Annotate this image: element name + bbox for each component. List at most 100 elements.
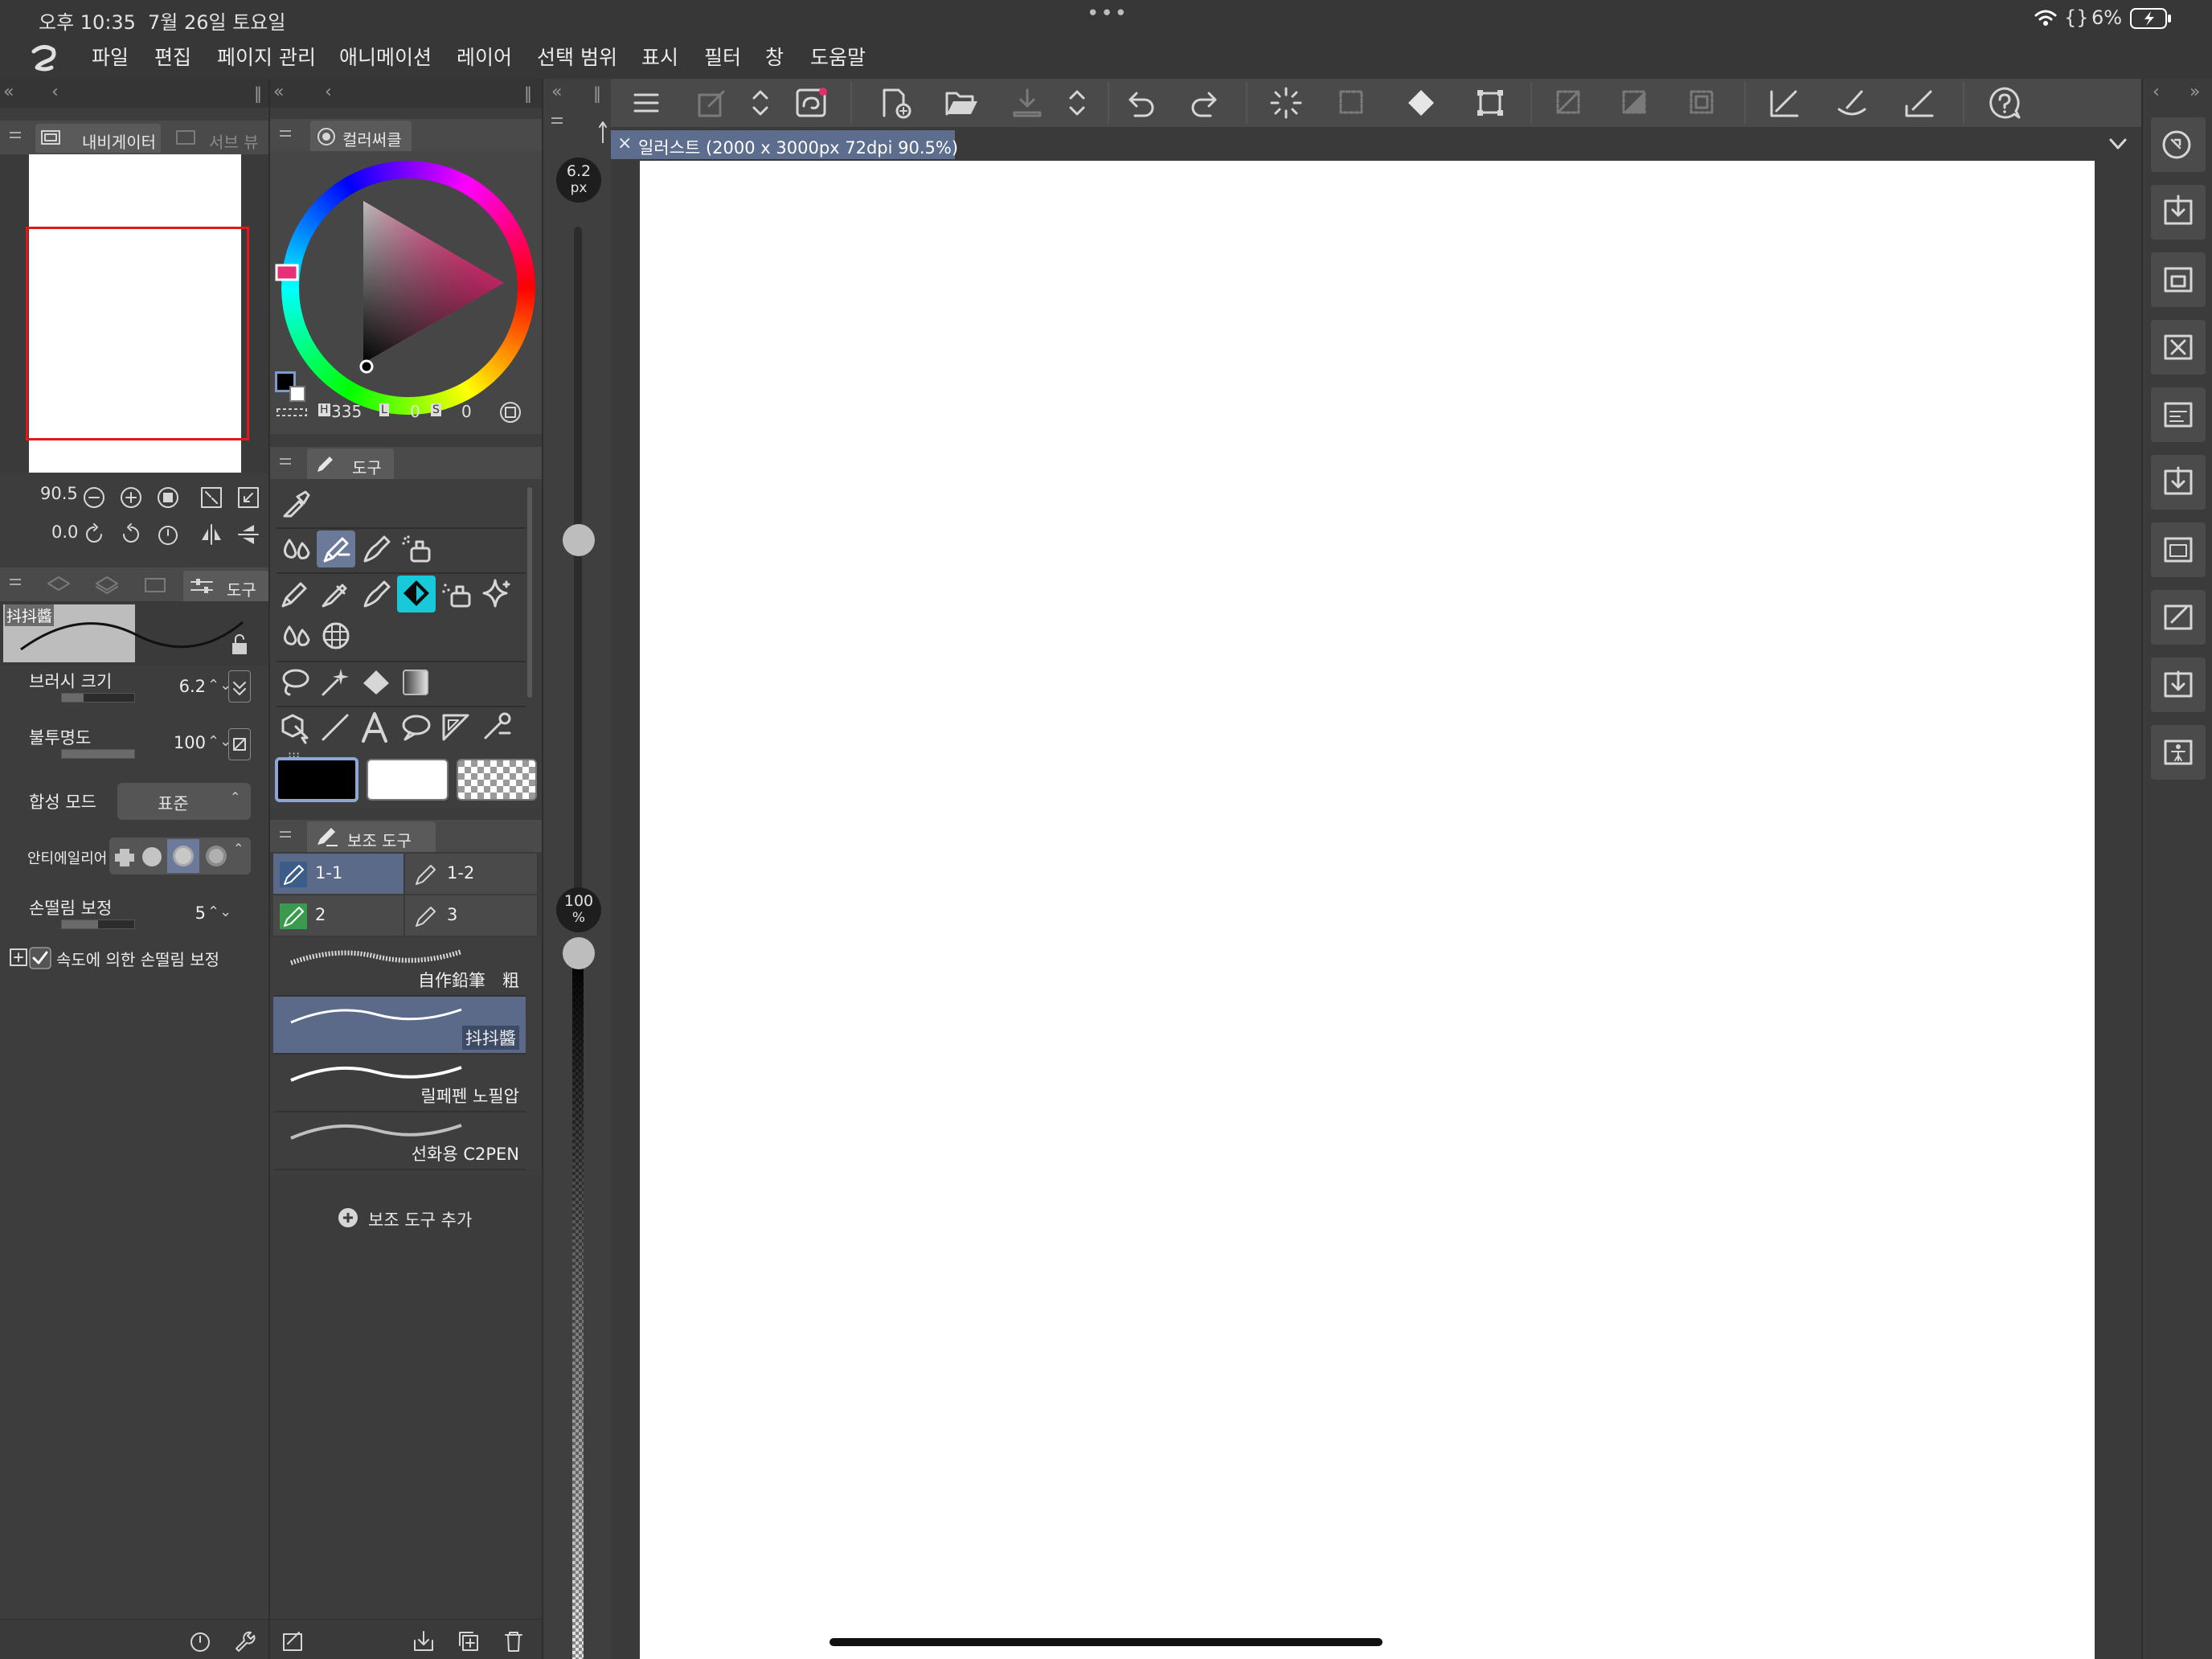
spray-tool[interactable] (437, 576, 476, 612)
panel-menu-icon[interactable] (280, 830, 291, 841)
edit-page-button[interactable] (2151, 590, 2206, 645)
blend-mode-select[interactable]: 표준 ⌃ (117, 783, 251, 820)
menu-page[interactable]: 페이지 관리 (217, 42, 316, 71)
gradient-tool[interactable] (397, 664, 436, 701)
invert-selection-icon[interactable] (1616, 84, 1654, 122)
redo-icon[interactable] (1186, 84, 1225, 122)
subtool-brush-item[interactable]: 선화용 C2PEN (273, 1112, 526, 1170)
menu-hamburger-icon[interactable] (627, 84, 666, 122)
save-as-button[interactable] (2151, 252, 2206, 307)
fill-bucket-icon[interactable] (1402, 84, 1440, 122)
sub-color-swatch[interactable] (289, 386, 305, 402)
antialias-weak-icon[interactable] (140, 846, 164, 868)
brush-size-pressure-button[interactable] (228, 670, 251, 703)
image-import-button[interactable] (2151, 522, 2206, 577)
chevron-left-icon[interactable]: ‹ (2153, 82, 2160, 102)
stabilization-stepper[interactable]: ⌃⌄ (207, 903, 231, 920)
menu-filter[interactable]: 필터 (704, 42, 741, 71)
duplicate-icon[interactable] (457, 1629, 481, 1653)
add-subtool-button[interactable]: 보조 도구 추가 (336, 1204, 497, 1231)
chevron-down-icon[interactable] (2106, 132, 2130, 156)
selection-border-icon[interactable] (1683, 84, 1722, 122)
brush-size-strip-icon[interactable] (596, 121, 609, 145)
tools-scrollbar[interactable] (527, 487, 532, 698)
menu-edit[interactable]: 편집 (154, 42, 191, 71)
navigator-view-rect[interactable] (26, 227, 249, 440)
layer-property-icon[interactable] (47, 576, 71, 595)
tab-subtool[interactable]: 보조 도구 (307, 821, 436, 852)
flip-horizontal-icon[interactable] (199, 522, 223, 547)
page-manager-button[interactable] (2151, 387, 2206, 442)
collapse-left-icon[interactable]: « (3, 82, 14, 102)
drag-handle-icon[interactable]: ‖ (593, 84, 601, 103)
snap-ruler-icon[interactable] (1765, 84, 1804, 122)
blend-tool[interactable] (276, 530, 315, 567)
menu-animation[interactable]: 애니메이션 (339, 42, 432, 71)
stabilization-slider[interactable] (61, 920, 135, 929)
transform-icon[interactable] (1471, 84, 1509, 122)
marker-tool[interactable] (317, 576, 355, 612)
balloon-tool[interactable] (397, 709, 436, 746)
snap-grid-icon[interactable] (1900, 84, 1939, 122)
color-marker[interactable] (359, 359, 374, 374)
subtool-brush-item-selected[interactable]: 抖抖醬 (273, 997, 526, 1055)
tab-subview[interactable]: 서브 뷰 (167, 124, 264, 153)
layer-icon[interactable] (95, 576, 119, 595)
fit-page-icon[interactable] (199, 485, 223, 510)
tab-color-wheel[interactable]: 컬러써클 (310, 121, 412, 151)
frame-tool[interactable] (317, 617, 355, 654)
subtool-group-tab-1-2[interactable]: 1-2 (405, 854, 539, 894)
undo-icon[interactable] (1120, 84, 1159, 122)
menu-help[interactable]: 도움말 (810, 42, 866, 71)
opacity-pressure-button[interactable] (228, 728, 251, 760)
ruler-tool[interactable] (437, 709, 476, 746)
panel-menu-icon[interactable] (280, 457, 291, 468)
object-tool[interactable] (276, 709, 315, 746)
quick-access-search-button[interactable] (2151, 117, 2206, 172)
panel-menu-icon[interactable] (551, 116, 563, 127)
drag-handle-icon[interactable]: ‖ (254, 84, 262, 103)
export-button[interactable] (2151, 455, 2206, 510)
new-canvas-icon[interactable] (876, 84, 915, 122)
expand-right-icon[interactable]: » (2189, 82, 2200, 102)
reset-rotation-icon[interactable] (156, 522, 180, 547)
color-mode-icon[interactable] (498, 400, 522, 424)
help-icon[interactable] (1985, 84, 2024, 122)
snap-special-ruler-icon[interactable] (1833, 84, 1871, 122)
brush-size-knob[interactable] (563, 524, 595, 557)
zoom-100-icon[interactable] (156, 485, 180, 510)
menu-view[interactable]: 표시 (641, 42, 678, 71)
save-icon[interactable] (1008, 84, 1047, 122)
transparent-toggle-icon[interactable] (276, 407, 307, 418)
expand-plus-icon[interactable] (10, 948, 27, 966)
collapse-icon[interactable]: « (551, 82, 562, 102)
sparkle-tool[interactable] (477, 576, 516, 612)
close-tab-icon[interactable]: × (617, 133, 632, 154)
companion-mode-icon[interactable] (793, 84, 831, 122)
home-indicator[interactable] (830, 1638, 1382, 1646)
rotate-right-icon[interactable] (119, 522, 143, 547)
blur-tool[interactable] (276, 617, 315, 654)
transparent-color-swatch[interactable] (457, 759, 537, 801)
flip-vertical-icon[interactable] (236, 522, 260, 547)
wrench-icon[interactable] (233, 1629, 257, 1653)
antialias-medium-button[interactable] (167, 839, 199, 873)
menu-file[interactable]: 파일 (92, 42, 129, 71)
subtool-group-tab-2[interactable]: 2 (273, 895, 405, 936)
antialias-none-icon[interactable] (113, 846, 137, 868)
chevron-left-icon[interactable]: ‹ (51, 82, 59, 102)
navigator-preview[interactable] (0, 154, 268, 473)
rotate-left-icon[interactable] (82, 522, 106, 547)
menu-selection[interactable]: 선택 범위 (537, 42, 617, 71)
opacity-track[interactable] (572, 947, 584, 1659)
open-folder-icon[interactable] (942, 84, 981, 122)
subtool-group-tab-1-1[interactable]: 1-1 (273, 854, 405, 894)
accessibility-button[interactable] (2151, 725, 2206, 780)
main-color-big-swatch[interactable] (275, 757, 358, 802)
eyedropper-tool[interactable] (276, 485, 315, 522)
tab-tool-property[interactable]: 도구 (183, 571, 268, 601)
app-logo-icon[interactable] (27, 43, 59, 72)
brush-size-track[interactable] (574, 227, 582, 931)
line-tool[interactable] (317, 709, 355, 746)
clear-selection-icon[interactable] (1550, 84, 1588, 122)
